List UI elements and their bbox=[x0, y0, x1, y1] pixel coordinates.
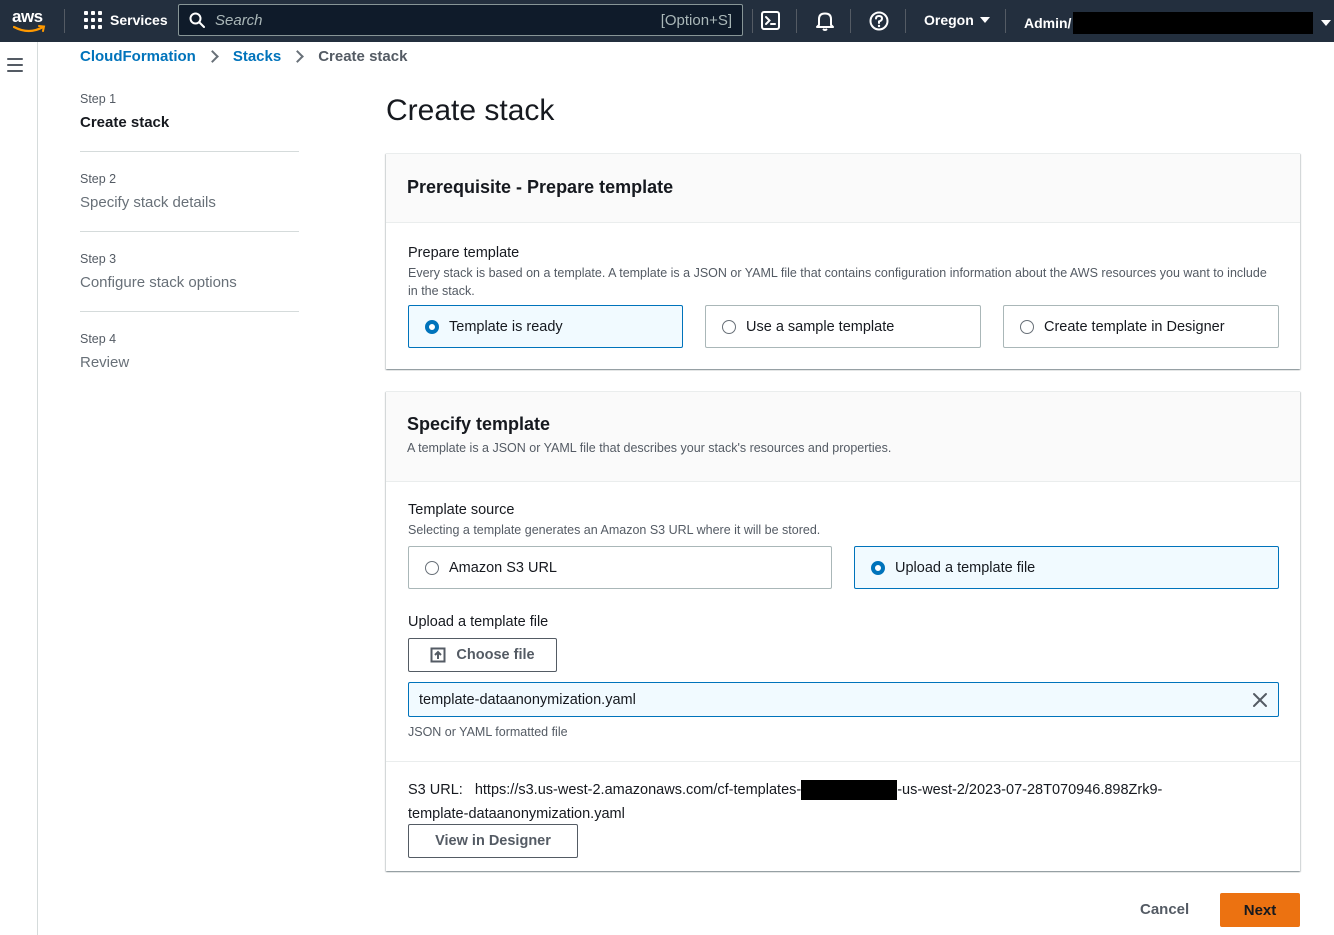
hamburger-menu-icon[interactable] bbox=[7, 58, 23, 72]
option-label: Create template in Designer bbox=[1044, 318, 1225, 335]
specify-template-header: Specify template A template is a JSON or… bbox=[386, 392, 1300, 482]
top-navigation: aws Services Search [Option+S] Oregon Ad… bbox=[0, 0, 1334, 42]
wizard-step-2: Step 2 Specify stack details bbox=[80, 172, 299, 232]
caret-down-icon bbox=[1321, 20, 1332, 26]
redacted-block bbox=[801, 780, 898, 801]
nav-divider bbox=[752, 9, 753, 33]
section-divider bbox=[386, 761, 1300, 762]
step-title: Review bbox=[80, 354, 130, 371]
source-label: Amazon S3 URL bbox=[449, 559, 557, 576]
page-title: Create stack bbox=[386, 94, 555, 127]
option-create-in-designer[interactable]: Create template in Designer bbox=[1003, 305, 1279, 348]
step-title: Create stack bbox=[80, 114, 170, 131]
breadcrumb-stacks[interactable]: Stacks bbox=[233, 48, 281, 65]
notifications-bell-icon[interactable] bbox=[814, 10, 836, 32]
nav-divider bbox=[1005, 9, 1006, 33]
template-source-label: Template source bbox=[408, 502, 515, 518]
help-icon[interactable] bbox=[868, 10, 890, 32]
search-icon bbox=[189, 12, 205, 28]
prerequisite-container: Prerequisite - Prepare template Prepare … bbox=[386, 153, 1300, 369]
nav-divider bbox=[850, 9, 851, 33]
specify-template-container: Specify template A template is a JSON or… bbox=[386, 391, 1300, 871]
s3-url-prefix: https://s3.us-west-2.amazonaws.com/cf-te… bbox=[474, 782, 802, 798]
radio-selected-icon bbox=[871, 560, 885, 575]
side-navigation-rail bbox=[0, 42, 38, 935]
option-sample-template[interactable]: Use a sample template bbox=[705, 305, 981, 348]
nav-divider bbox=[905, 9, 906, 33]
services-label: Services bbox=[110, 12, 168, 28]
redacted-block bbox=[1073, 12, 1314, 34]
choose-file-label: Choose file bbox=[456, 647, 535, 663]
choose-file-button[interactable]: Choose file bbox=[408, 638, 557, 672]
specify-template-heading: Specify template bbox=[407, 414, 551, 434]
cloudshell-icon[interactable] bbox=[760, 10, 782, 32]
radio-unselected-icon bbox=[1020, 319, 1034, 334]
view-in-designer-label: View in Designer bbox=[435, 833, 551, 849]
close-icon[interactable] bbox=[1252, 692, 1268, 708]
nav-divider bbox=[796, 9, 797, 33]
breadcrumb: CloudFormation Stacks Create stack bbox=[80, 48, 407, 65]
upload-file-label: Upload a template file bbox=[408, 614, 549, 630]
search-placeholder: Search bbox=[215, 11, 263, 29]
specify-template-description: A template is a JSON or YAML file that d… bbox=[407, 441, 892, 455]
apps-grid-icon bbox=[84, 11, 102, 29]
s3-url-label: S3 URL: bbox=[408, 782, 463, 798]
account-label: Admin/ bbox=[1024, 15, 1072, 31]
nav-divider bbox=[64, 9, 65, 33]
prepare-template-label: Prepare template bbox=[408, 245, 520, 261]
next-button[interactable]: Next bbox=[1220, 893, 1300, 927]
services-menu-button[interactable]: Services bbox=[84, 11, 168, 29]
option-label: Use a sample template bbox=[746, 318, 895, 335]
s3-url-suffix: -us-west-2/2023-07-28T070946.898Zrk9- bbox=[897, 782, 1163, 798]
source-label: Upload a template file bbox=[895, 559, 1036, 576]
selected-file-token: template-dataanonymization.yaml bbox=[408, 682, 1279, 717]
step-number: Step 1 bbox=[80, 92, 117, 106]
source-upload-file[interactable]: Upload a template file bbox=[854, 546, 1279, 589]
option-label: Template is ready bbox=[449, 318, 563, 335]
radio-unselected-icon bbox=[722, 319, 736, 334]
option-template-ready[interactable]: Template is ready bbox=[408, 305, 683, 348]
aws-smile-icon bbox=[13, 25, 46, 33]
file-format-hint: JSON or YAML formatted file bbox=[408, 725, 568, 739]
source-s3-url[interactable]: Amazon S3 URL bbox=[408, 546, 832, 589]
search-input[interactable]: Search [Option+S] bbox=[178, 4, 743, 36]
chevron-right-icon bbox=[205, 50, 219, 63]
search-shortcut: [Option+S] bbox=[660, 11, 732, 29]
prepare-template-field: Prepare template Every stack is based on… bbox=[408, 245, 1278, 300]
aws-logo[interactable]: aws bbox=[12, 7, 48, 35]
step-title: Specify stack details bbox=[80, 194, 216, 211]
s3-url-line2: template-dataanonymization.yaml bbox=[408, 806, 625, 822]
prerequisite-header: Prerequisite - Prepare template bbox=[386, 154, 1300, 223]
account-menu[interactable]: Admin/ bbox=[1024, 12, 1332, 34]
file-name: template-dataanonymization.yaml bbox=[419, 691, 636, 708]
radio-selected-icon bbox=[425, 319, 439, 334]
wizard-step-3: Step 3 Configure stack options bbox=[80, 252, 299, 312]
wizard-step-4: Step 4 Review bbox=[80, 332, 299, 391]
breadcrumb-current: Create stack bbox=[318, 48, 408, 65]
step-number: Step 4 bbox=[80, 332, 117, 346]
wizard-steps: Step 1 Create stack Step 2 Specify stack… bbox=[80, 92, 299, 411]
template-source-field: Template source Selecting a template gen… bbox=[408, 502, 1278, 539]
region-selector[interactable]: Oregon bbox=[924, 12, 990, 28]
radio-unselected-icon bbox=[425, 560, 439, 575]
step-title: Configure stack options bbox=[80, 274, 237, 291]
caret-down-icon bbox=[979, 17, 990, 23]
view-in-designer-button[interactable]: View in Designer bbox=[408, 824, 578, 858]
s3-url-display: S3 URL: https://s3.us-west-2.amazonaws.c… bbox=[408, 778, 1278, 826]
step-number: Step 3 bbox=[80, 252, 117, 266]
upload-icon bbox=[430, 647, 446, 663]
region-label: Oregon bbox=[924, 12, 974, 28]
wizard-step-1: Step 1 Create stack bbox=[80, 92, 299, 152]
chevron-right-icon bbox=[291, 50, 305, 63]
step-number: Step 2 bbox=[80, 172, 117, 186]
breadcrumb-cloudformation[interactable]: CloudFormation bbox=[80, 48, 196, 65]
prepare-template-description: Every stack is based on a template. A te… bbox=[408, 266, 1267, 298]
cancel-button[interactable]: Cancel bbox=[1140, 901, 1189, 918]
prerequisite-heading: Prerequisite - Prepare template bbox=[407, 177, 674, 197]
template-source-description: Selecting a template generates an Amazon… bbox=[408, 523, 821, 537]
aws-logo-text: aws bbox=[12, 7, 43, 26]
